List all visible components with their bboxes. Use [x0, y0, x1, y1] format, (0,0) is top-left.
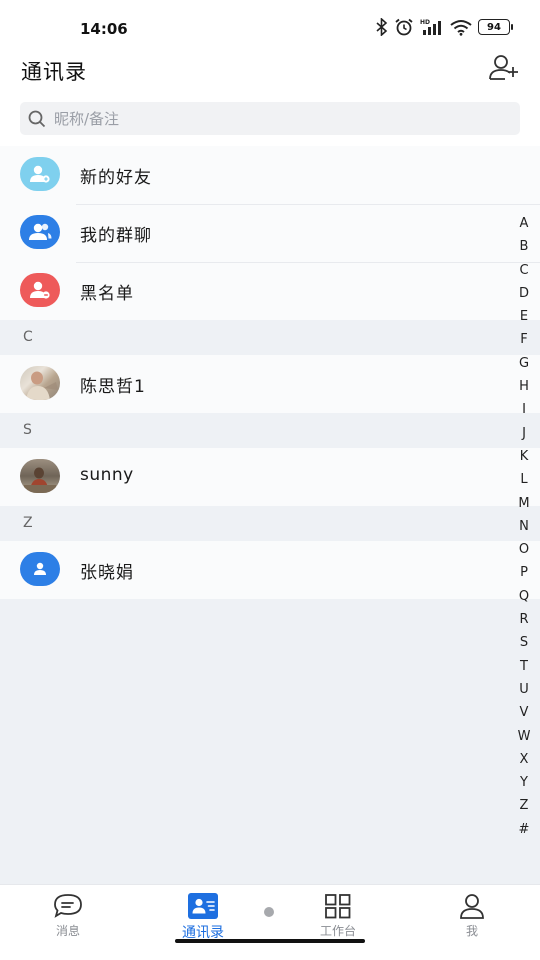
photo-avatar	[20, 366, 60, 400]
page-title: 通讯录	[21, 60, 87, 84]
index-letter[interactable]: L	[520, 468, 527, 491]
contact-name: sunny	[80, 465, 134, 485]
index-letter[interactable]: S	[520, 631, 528, 654]
index-letter[interactable]: P	[520, 561, 528, 584]
battery-level: 94	[487, 21, 501, 33]
index-letter[interactable]: T	[520, 655, 528, 678]
section-letter: Z	[23, 515, 33, 531]
tab-contacts[interactable]: 通讯录	[153, 893, 253, 941]
list-item-label: 黑名单	[80, 284, 134, 304]
section-header-z: Z	[0, 506, 540, 541]
tab-label: 工作台	[319, 924, 356, 938]
index-letter[interactable]: K	[520, 445, 529, 468]
alarm-icon	[395, 18, 413, 36]
search-bar	[0, 96, 540, 146]
battery-icon: 94	[478, 19, 513, 35]
search-box[interactable]	[20, 102, 520, 135]
status-time: 14:06	[80, 20, 128, 38]
tab-messages[interactable]: 消息	[18, 893, 118, 941]
index-letter[interactable]: Z	[520, 794, 529, 817]
bluetooth-icon	[376, 18, 388, 36]
contact-name: 张晓娟	[80, 563, 134, 583]
section-letter: C	[23, 329, 33, 345]
list-item-label: 新的好友	[80, 168, 152, 188]
contact-name: 陈思哲1	[80, 377, 146, 397]
contact-row[interactable]: sunny	[0, 448, 540, 506]
home-indicator[interactable]	[175, 939, 365, 943]
index-letter[interactable]: Q	[519, 585, 529, 608]
list-item-label: 我的群聊	[80, 226, 152, 246]
header: 通讯录	[0, 48, 540, 96]
contact-row[interactable]: 陈思哲1	[0, 355, 540, 413]
index-letter[interactable]: N	[519, 515, 529, 538]
status-bar: 14:06 HD 94	[0, 0, 540, 48]
index-letter[interactable]: V	[520, 701, 529, 724]
group-chats-item[interactable]: 我的群聊	[0, 204, 540, 262]
contact-list: 新的好友 我的群聊 黑名单 C 陈思哲1 S sunny Z 张晓娟	[0, 146, 540, 599]
index-letter[interactable]: I	[522, 398, 526, 421]
index-letter[interactable]: G	[519, 352, 529, 375]
index-letter[interactable]: R	[519, 608, 528, 631]
grid-icon	[323, 893, 353, 919]
section-letter: S	[23, 422, 32, 438]
index-letter[interactable]: B	[520, 235, 529, 258]
bottom-tab-bar: 消息 通讯录 工作台 我	[0, 884, 540, 960]
index-letter[interactable]: C	[519, 259, 528, 282]
wifi-icon	[450, 20, 472, 36]
blacklist-item[interactable]: 黑名单	[0, 262, 540, 320]
index-letter[interactable]: Y	[520, 771, 528, 794]
index-letter[interactable]: J	[522, 422, 526, 445]
index-letter[interactable]: H	[519, 375, 529, 398]
index-letter[interactable]: M	[518, 492, 529, 515]
tab-me[interactable]: 我	[422, 893, 522, 941]
index-letter[interactable]: F	[520, 328, 527, 351]
status-icons: HD 94	[376, 18, 513, 36]
index-letter[interactable]: U	[519, 678, 529, 701]
search-icon	[28, 110, 46, 127]
svg-text:HD: HD	[420, 19, 430, 26]
section-header-c: C	[0, 320, 540, 355]
person-icon	[457, 893, 487, 919]
index-letter[interactable]: D	[519, 282, 529, 305]
contacts-icon	[188, 893, 218, 919]
contact-row[interactable]: 张晓娟	[0, 541, 540, 599]
chat-bubble-icon	[53, 893, 83, 919]
tab-label: 消息	[55, 924, 80, 938]
index-letter[interactable]: E	[520, 305, 528, 328]
alphabet-index[interactable]: A B C D E F G H I J K L M N O P Q R S T …	[516, 212, 532, 841]
index-letter[interactable]: W	[518, 725, 531, 748]
blacklist-icon	[20, 273, 60, 307]
group-chat-icon	[20, 215, 60, 249]
index-letter[interactable]: O	[519, 538, 529, 561]
index-letter[interactable]: #	[519, 818, 530, 841]
indicator-dot	[264, 907, 274, 917]
new-friend-icon	[20, 157, 60, 191]
photo-avatar	[20, 459, 60, 493]
search-input[interactable]	[54, 109, 494, 128]
default-person-avatar	[20, 552, 60, 586]
tab-label: 我	[465, 924, 478, 938]
add-contact-button[interactable]	[488, 52, 520, 84]
new-friends-item[interactable]: 新的好友	[0, 146, 540, 204]
index-letter[interactable]: A	[520, 212, 529, 235]
signal-icon: HD	[420, 19, 441, 35]
section-header-s: S	[0, 413, 540, 448]
index-letter[interactable]: X	[520, 748, 529, 771]
tab-workbench[interactable]: 工作台	[288, 893, 388, 941]
